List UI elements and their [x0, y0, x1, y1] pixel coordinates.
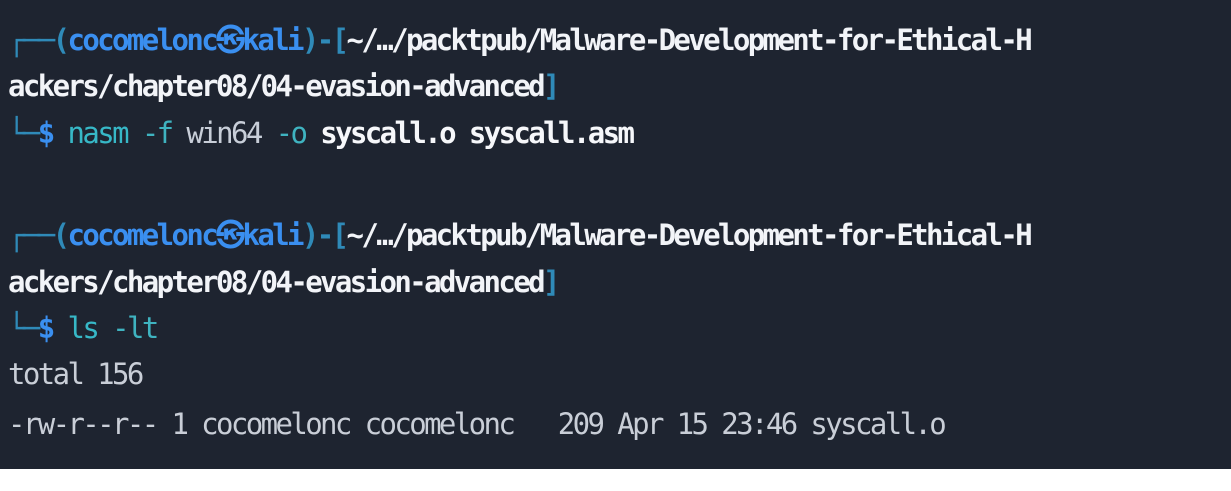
- command-line-ls: └─$ ls -lt: [8, 308, 159, 348]
- prompt-path-part1: ~/…/packtpub/Malware-Development-for-Eth…: [346, 23, 1033, 57]
- prompt-line-path-cont: ackers/chapter08/04-evasion-advanced]: [8, 66, 560, 106]
- prompt-frame-open: ┌──(: [8, 218, 70, 252]
- output-line: total 156: [8, 357, 144, 391]
- prompt-frame-close: ]: [542, 265, 560, 299]
- prompt-host: kali: [242, 23, 304, 57]
- prompt-frame-mid: )-[: [301, 23, 349, 57]
- output-line: -rw-r--r-- 1 cocomelonc cocomelonc 209 A…: [8, 407, 947, 441]
- prompt-frame-open: ┌──(: [8, 23, 70, 57]
- prompt-frame-mid: )-[: [301, 218, 349, 252]
- kali-at-icon: ㉿: [216, 218, 245, 252]
- bottom-margin: [0, 469, 1231, 491]
- prompt-user: cocomelonc: [67, 218, 218, 252]
- prompt-path-part1: ~/…/packtpub/Malware-Development-for-Eth…: [346, 218, 1033, 252]
- command-arg: win64: [186, 116, 263, 150]
- prompt-line-top: ┌──(cocomelonc㉿kali)-[~/…/packtpub/Malwa…: [8, 20, 1033, 60]
- prompt-frame-bottom: └─: [8, 116, 40, 150]
- command-arg: syscall.o: [320, 116, 456, 150]
- terminal-window[interactable]: ┌──(cocomelonc㉿kali)-[~/…/packtpub/Malwa…: [0, 0, 1231, 491]
- prompt-dollar: $: [37, 116, 55, 150]
- command-flag: -o: [275, 116, 308, 150]
- kali-at-icon: ㉿: [216, 23, 245, 57]
- command-flag: -lt: [112, 311, 159, 345]
- prompt-frame-bottom: └─: [8, 311, 40, 345]
- command-program: ls: [67, 311, 99, 345]
- prompt-dollar: $: [37, 311, 55, 345]
- command-arg: syscall.asm: [468, 116, 635, 150]
- command-flag: -f: [141, 116, 174, 150]
- command-line-nasm: └─$ nasm -f win64 -o syscall.o syscall.a…: [8, 113, 635, 153]
- prompt-host: kali: [242, 218, 304, 252]
- command-program: nasm: [67, 116, 129, 150]
- prompt-frame-close: ]: [542, 69, 560, 103]
- prompt-line-top: ┌──(cocomelonc㉿kali)-[~/…/packtpub/Malwa…: [8, 215, 1033, 255]
- prompt-line-path-cont: ackers/chapter08/04-evasion-advanced]: [8, 262, 560, 302]
- prompt-path-part2: ackers/chapter08/04-evasion-advanced: [8, 265, 546, 299]
- prompt-path-part2: ackers/chapter08/04-evasion-advanced: [8, 69, 546, 103]
- prompt-user: cocomelonc: [67, 23, 218, 57]
